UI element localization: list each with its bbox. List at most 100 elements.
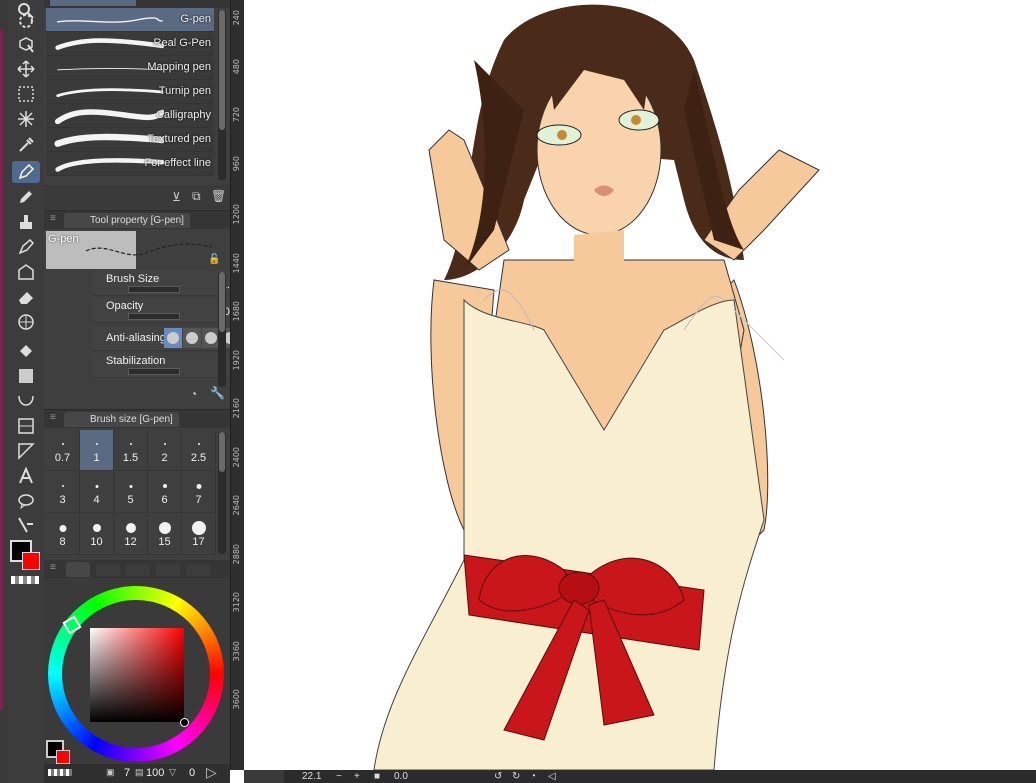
- frame-icon[interactable]: [12, 415, 40, 437]
- brush-size-dot: [158, 522, 171, 534]
- brush-size-cell[interactable]: 3: [46, 472, 80, 513]
- brush-item[interactable]: Turnip pen: [46, 80, 214, 104]
- auto-select-icon[interactable]: [12, 108, 40, 130]
- tool-bar: [8, 0, 45, 783]
- property-slider[interactable]: [128, 368, 180, 375]
- ruler-tick: 1200: [232, 204, 241, 225]
- property-scrollbar[interactable]: [218, 272, 226, 387]
- v-icon: ▽: [169, 767, 176, 777]
- eyedropper-icon[interactable]: [12, 134, 40, 156]
- brush-size-cell[interactable]: 2: [148, 430, 182, 471]
- tab-color-slider[interactable]: [96, 564, 120, 576]
- panels-column: G-pen Real G-Pen Mapping pen Turnip pen Call…: [44, 0, 258, 783]
- brush-item[interactable]: Mapping pen: [46, 56, 214, 80]
- navigator-mini[interactable]: [244, 770, 284, 783]
- tab-color-set[interactable]: [126, 564, 150, 576]
- rect-select-icon[interactable]: [12, 83, 40, 105]
- pencil-icon[interactable]: [12, 186, 40, 208]
- brush-icon[interactable]: [12, 211, 40, 233]
- object-icon[interactable]: [12, 34, 40, 56]
- brush-size-cell[interactable]: 15: [148, 514, 182, 555]
- transparent-mini[interactable]: [48, 769, 72, 776]
- tab-color-wheel[interactable]: [66, 562, 90, 577]
- saturation-value-square[interactable]: [90, 628, 184, 722]
- reset-rotation-icon[interactable]: ◔: [530, 771, 536, 782]
- brush-size-value: 1.5: [122, 452, 139, 464]
- brush-item-label: Turnip pen: [158, 85, 211, 97]
- property-slider[interactable]: [128, 286, 180, 293]
- trash-icon[interactable]: 🗑: [211, 189, 226, 203]
- brush-size-cell[interactable]: 1.5: [114, 430, 148, 471]
- brush-item[interactable]: Real G-Pen: [46, 32, 214, 56]
- lasso-select-icon[interactable]: [12, 10, 40, 32]
- angle-value[interactable]: 0.0: [394, 771, 408, 782]
- move-icon[interactable]: [12, 58, 40, 80]
- tab-intermediate-color[interactable]: [156, 564, 180, 576]
- wrench-icon[interactable]: 🔧: [210, 386, 225, 400]
- decorate-icon[interactable]: [12, 261, 40, 283]
- brush-size-cell[interactable]: 1: [80, 430, 114, 471]
- pen-icon[interactable]: [12, 161, 40, 183]
- menu-icon[interactable]: ≡: [50, 412, 56, 423]
- sub-color-swatch[interactable]: [22, 552, 40, 570]
- status-bar: 22.1 − + ■ 0.0 ↺ ↻ ◔ ◁: [244, 770, 1036, 783]
- zoom-out-icon[interactable]: −: [336, 771, 342, 782]
- transparent-color-swatch[interactable]: [11, 576, 39, 584]
- sub-color-mini[interactable]: [56, 750, 70, 764]
- curve-icon[interactable]: [12, 390, 40, 412]
- brush-size-value: 5: [127, 494, 134, 506]
- menu-icon[interactable]: ≡: [50, 213, 56, 224]
- brush-size-cell[interactable]: 6: [148, 472, 182, 513]
- brush-size-dot: [197, 443, 200, 445]
- window-edge: [0, 0, 8, 783]
- brush-size-header: ≡ Brush size [G-pen]: [44, 409, 230, 428]
- brush-item[interactable]: For effect line: [46, 152, 214, 176]
- fill-icon[interactable]: [12, 340, 40, 362]
- reset-icon[interactable]: ◔: [190, 387, 197, 401]
- color-wheel-panel: [44, 578, 230, 783]
- drawing-canvas[interactable]: [244, 0, 1036, 770]
- brush-size-cell[interactable]: 5: [114, 472, 148, 513]
- brush-size-cell[interactable]: 17: [182, 514, 216, 555]
- brush-size-cell[interactable]: 8: [46, 514, 80, 555]
- brush-item[interactable]: Textured pen: [46, 128, 214, 152]
- balloon-icon[interactable]: [12, 490, 40, 512]
- brush-size-cell[interactable]: 2.5: [182, 430, 216, 471]
- rotate-right-icon[interactable]: ↻: [512, 771, 520, 782]
- brush-size-cell[interactable]: 4: [80, 472, 114, 513]
- tab-tool-property[interactable]: Tool property [G-pen]: [64, 213, 190, 228]
- menu-icon[interactable]: ≡: [50, 562, 56, 573]
- correct-line-icon[interactable]: [12, 514, 40, 536]
- gradient-icon[interactable]: [12, 365, 40, 387]
- brush-size-scrollbar[interactable]: [218, 432, 226, 554]
- brush-size-cell[interactable]: 0.7: [46, 430, 80, 471]
- lock-icon[interactable]: 🔓: [208, 254, 220, 265]
- tab-approximate-color[interactable]: [186, 564, 210, 576]
- brush-size-cell[interactable]: 12: [114, 514, 148, 555]
- zoom-in-icon[interactable]: +: [354, 771, 360, 782]
- brush-item[interactable]: G-pen: [46, 8, 214, 32]
- play-icon[interactable]: ▷: [206, 764, 217, 781]
- ruler-icon[interactable]: [12, 440, 40, 462]
- brush-size-cell[interactable]: 10: [80, 514, 114, 555]
- anti-aliasing-option[interactable]: [183, 328, 201, 348]
- accent-strip: [0, 30, 3, 710]
- duplicate-icon[interactable]: ⧉: [192, 189, 201, 204]
- tab-brush-size[interactable]: Brush size [G-pen]: [64, 412, 179, 427]
- brush-item[interactable]: Calligraphy: [46, 104, 214, 128]
- rotate-left-icon[interactable]: ↺: [494, 771, 502, 782]
- import-icon[interactable]: ⊻: [172, 190, 181, 204]
- eraser-icon[interactable]: [12, 286, 40, 308]
- flip-icon[interactable]: ◁: [548, 771, 556, 782]
- text-icon[interactable]: [12, 465, 40, 487]
- property-slider[interactable]: [128, 313, 180, 320]
- mesh-icon[interactable]: [12, 311, 40, 333]
- brush-size-cell[interactable]: 7: [182, 472, 216, 513]
- ink-icon[interactable]: [12, 236, 40, 258]
- tab-brush[interactable]: [50, 0, 136, 6]
- anti-aliasing-option[interactable]: [164, 328, 182, 348]
- brush-list-scrollbar[interactable]: [218, 10, 226, 180]
- zoom-value[interactable]: 22.1: [302, 771, 321, 782]
- fit-icon[interactable]: ■: [374, 771, 380, 782]
- color-picker-handle[interactable]: [180, 718, 189, 727]
